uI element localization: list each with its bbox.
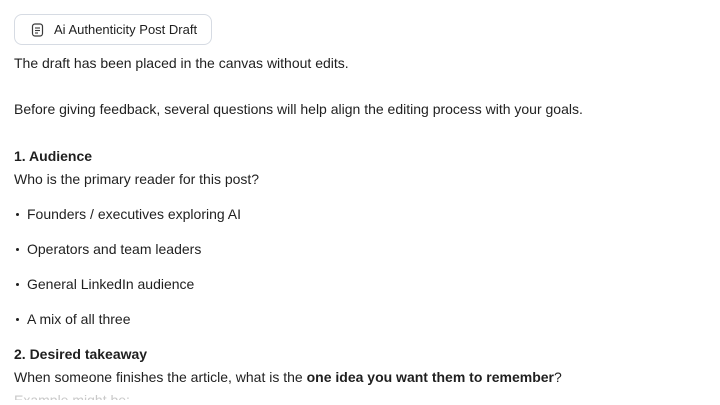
bullet-icon bbox=[16, 283, 19, 286]
list-item: General LinkedIn audience bbox=[14, 274, 704, 294]
takeaway-question: When someone finishes the article, what … bbox=[14, 369, 562, 385]
canvas-attachment-chip[interactable]: Ai Authenticity Post Draft bbox=[14, 14, 213, 45]
section-heading-takeaway: 2. Desired takeaway bbox=[14, 346, 148, 362]
assistant-message: Ai Authenticity Post Draft The draft has… bbox=[14, 14, 704, 400]
list-item: Founders / executives exploring AI bbox=[14, 204, 704, 224]
intro-text: The draft has been placed in the canvas … bbox=[14, 55, 349, 71]
emphasis-text: one idea you want them to remember bbox=[306, 369, 554, 385]
lead-text: Before giving feedback, several question… bbox=[14, 101, 583, 117]
bullet-icon bbox=[16, 213, 19, 216]
audience-question: Who is the primary reader for this post? bbox=[14, 171, 260, 187]
audience-options-list: Founders / executives exploring AI Opera… bbox=[14, 204, 704, 329]
bullet-icon bbox=[16, 318, 19, 321]
bullet-icon bbox=[16, 248, 19, 251]
list-item: A mix of all three bbox=[14, 309, 704, 329]
section-heading-audience: 1. Audience bbox=[14, 148, 93, 164]
partial-next-line: Example might be: bbox=[14, 392, 130, 400]
attachment-title: Ai Authenticity Post Draft bbox=[54, 21, 198, 37]
list-item: Operators and team leaders bbox=[14, 239, 704, 259]
document-icon bbox=[31, 22, 44, 37]
